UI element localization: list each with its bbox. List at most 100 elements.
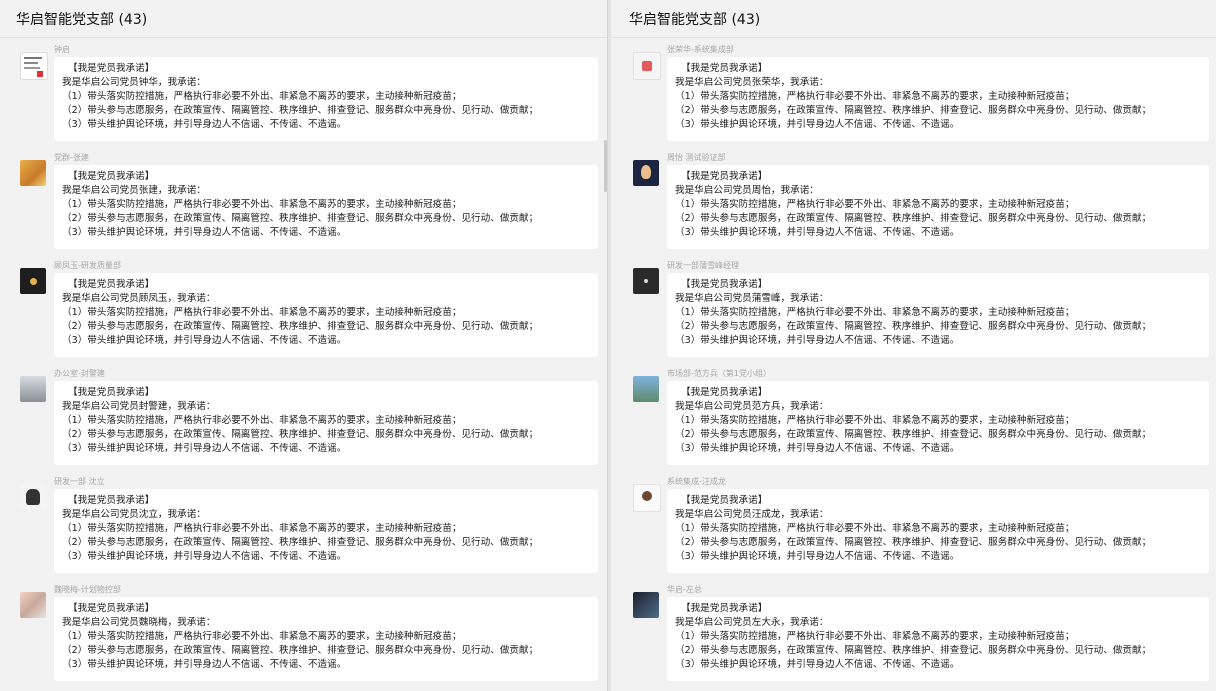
avatar[interactable] — [633, 484, 661, 512]
message-line: 我是华启公司党员左大永，我承诺： — [675, 617, 829, 628]
message-line: （1）带头落实防控措施，严格执行非必要不外出、非紧急不离苏的要求，主动接种新冠疫… — [675, 523, 1075, 534]
avatar[interactable] — [20, 52, 48, 80]
message-line: （2）带头参与志愿服务，在政策宣传、隔离管控、秩序维护、排查登记、服务群众中亮身… — [62, 213, 539, 224]
message-line: （2）带头参与志愿服务，在政策宣传、隔离管控、秩序维护、排查登记、服务群众中亮身… — [62, 645, 539, 656]
sender-name: 系统集成-汪成龙 — [667, 477, 726, 486]
message-bubble[interactable]: 【我是党员我承诺】 我是华启公司党员左大永，我承诺： （1）带头落实防控措施，严… — [667, 597, 1209, 681]
message-line: （1）带头落实防控措施，严格执行非必要不外出、非紧急不离苏的要求，主动接种新冠疫… — [62, 307, 462, 318]
message-line: 我是华启公司党员张荣华，我承诺： — [675, 77, 829, 88]
chat-window-right: 华启智能党支部 (43) 张荣华-系统集成部 【我是党员我承诺】 我是华启公司党… — [611, 0, 1216, 691]
message-line: （1）带头落实防控措施，严格执行非必要不外出、非紧急不离苏的要求，主动接种新冠疫… — [675, 91, 1075, 102]
message-line: （3）带头维护舆论环境，并引导身边人不信谣、不传谣、不造谣。 — [62, 659, 347, 670]
message-bubble[interactable]: 【我是党员我承诺】 我是华启公司党员顾凤玉，我承诺： （1）带头落实防控措施，严… — [54, 273, 598, 357]
message-line: （1）带头落实防控措施，严格执行非必要不外出、非紧急不离苏的要求，主动接种新冠疫… — [62, 91, 462, 102]
message-line: 我是华启公司党员封警建，我承诺： — [62, 401, 216, 412]
sender-name: 办公室-封警建 — [54, 369, 105, 378]
message-item: 党群-张建 【我是党员我承诺】 我是华启公司党员张建，我承诺： （1）带头落实防… — [0, 146, 607, 254]
message-line: 【我是党员我承诺】 — [681, 495, 768, 506]
avatar[interactable] — [633, 52, 661, 80]
message-line: （1）带头落实防控措施，严格执行非必要不外出、非紧急不离苏的要求，主动接种新冠疫… — [675, 415, 1075, 426]
message-line: （3）带头维护舆论环境，并引导身边人不信谣、不传谣、不造谣。 — [675, 119, 960, 130]
avatar[interactable] — [20, 376, 46, 402]
message-line: 我是华启公司党员汪成龙，我承诺： — [675, 509, 829, 520]
message-line: （2）带头参与志愿服务，在政策宣传、隔离管控、秩序维护、排查登记、服务群众中亮身… — [62, 321, 539, 332]
sender-name: 华启-左总 — [667, 585, 702, 594]
message-line: 我是华启公司党员钟华，我承诺： — [62, 77, 206, 88]
sender-name: 钟启 — [54, 45, 70, 54]
message-bubble[interactable]: 【我是党员我承诺】 我是华启公司党员周怡，我承诺： （1）带头落实防控措施，严格… — [667, 165, 1209, 249]
message-line: 【我是党员我承诺】 — [681, 603, 768, 614]
message-list[interactable]: 张荣华-系统集成部 【我是党员我承诺】 我是华启公司党员张荣华，我承诺： （1）… — [611, 38, 1216, 686]
message-line: 我是华启公司党员张建，我承诺： — [62, 185, 206, 196]
message-line: （3）带头维护舆论环境，并引导身边人不信谣、不传谣、不造谣。 — [675, 335, 960, 346]
message-line: 【我是党员我承诺】 — [681, 387, 768, 398]
avatar[interactable] — [20, 160, 46, 186]
sender-name: 顾凤玉-研发质量部 — [54, 261, 121, 270]
chat-title: 华启智能党支部 (43) — [611, 0, 1216, 38]
avatar[interactable] — [20, 268, 46, 294]
message-line: 【我是党员我承诺】 — [68, 279, 155, 290]
message-line: （3）带头维护舆论环境，并引导身边人不信谣、不传谣、不造谣。 — [675, 443, 960, 454]
chat-title: 华启智能党支部 (43) — [0, 0, 607, 38]
message-bubble[interactable]: 【我是党员我承诺】 我是华启公司党员汪成龙，我承诺： （1）带头落实防控措施，严… — [667, 489, 1209, 573]
message-line: 【我是党员我承诺】 — [68, 387, 155, 398]
message-item: 张荣华-系统集成部 【我是党员我承诺】 我是华启公司党员张荣华，我承诺： （1）… — [611, 38, 1216, 146]
message-line: （1）带头落实防控措施，严格执行非必要不外出、非紧急不离苏的要求，主动接种新冠疫… — [675, 631, 1075, 642]
message-item: 华启-左总 【我是党员我承诺】 我是华启公司党员左大永，我承诺： （1）带头落实… — [611, 578, 1216, 686]
message-item: 研发一部 沈立 【我是党员我承诺】 我是华启公司党员沈立，我承诺： （1）带头落… — [0, 470, 607, 578]
message-line: （1）带头落实防控措施，严格执行非必要不外出、非紧急不离苏的要求，主动接种新冠疫… — [675, 199, 1075, 210]
message-line: （3）带头维护舆论环境，并引导身边人不信谣、不传谣、不造谣。 — [675, 659, 960, 670]
message-line: 我是华启公司党员蒲雪峰，我承诺： — [675, 293, 829, 304]
sender-name: 研发一部蒲雪峰经理 — [667, 261, 739, 270]
sender-name: 研发一部 沈立 — [54, 477, 105, 486]
sender-name: 魏晓梅-计划物控部 — [54, 585, 121, 594]
message-item: 研发一部蒲雪峰经理 【我是党员我承诺】 我是华启公司党员蒲雪峰，我承诺： （1）… — [611, 254, 1216, 362]
message-bubble[interactable]: 【我是党员我承诺】 我是华启公司党员蒲雪峰，我承诺： （1）带头落实防控措施，严… — [667, 273, 1209, 357]
message-line: （2）带头参与志愿服务，在政策宣传、隔离管控、秩序维护、排查登记、服务群众中亮身… — [675, 537, 1152, 548]
message-item: 周怡 测试验证部 【我是党员我承诺】 我是华启公司党员周怡，我承诺： （1）带头… — [611, 146, 1216, 254]
message-bubble[interactable]: 【我是党员我承诺】 我是华启公司党员封警建，我承诺： （1）带头落实防控措施，严… — [54, 381, 598, 465]
avatar[interactable] — [633, 160, 659, 186]
message-line: 我是华启公司党员沈立，我承诺： — [62, 509, 206, 520]
message-bubble[interactable]: 【我是党员我承诺】 我是华启公司党员魏晓梅，我承诺： （1）带头落实防控措施，严… — [54, 597, 598, 681]
message-item: 市场部-范方兵（第1党小组） 【我是党员我承诺】 我是华启公司党员范方兵，我承诺… — [611, 362, 1216, 470]
message-line: （2）带头参与志愿服务，在政策宣传、隔离管控、秩序维护、排查登记、服务群众中亮身… — [675, 429, 1152, 440]
message-bubble[interactable]: 【我是党员我承诺】 我是华启公司党员钟华，我承诺： （1）带头落实防控措施，严格… — [54, 57, 598, 141]
message-item: 办公室-封警建 【我是党员我承诺】 我是华启公司党员封警建，我承诺： （1）带头… — [0, 362, 607, 470]
message-line: （2）带头参与志愿服务，在政策宣传、隔离管控、秩序维护、排查登记、服务群众中亮身… — [675, 321, 1152, 332]
message-list[interactable]: 钟启 【我是党员我承诺】 我是华启公司党员钟华，我承诺： （1）带头落实防控措施… — [0, 38, 607, 686]
avatar[interactable] — [20, 484, 46, 510]
sender-name: 市场部-范方兵（第1党小组） — [667, 369, 771, 378]
message-line: 我是华启公司党员顾凤玉，我承诺： — [62, 293, 216, 304]
message-line: 【我是党员我承诺】 — [681, 63, 768, 74]
message-line: （3）带头维护舆论环境，并引导身边人不信谣、不传谣、不造谣。 — [675, 551, 960, 562]
message-line: （3）带头维护舆论环境，并引导身边人不信谣、不传谣、不造谣。 — [62, 335, 347, 346]
message-line: （2）带头参与志愿服务，在政策宣传、隔离管控、秩序维护、排查登记、服务群众中亮身… — [62, 429, 539, 440]
message-line: 【我是党员我承诺】 — [68, 63, 155, 74]
message-line: （2）带头参与志愿服务，在政策宣传、隔离管控、秩序维护、排查登记、服务群众中亮身… — [675, 105, 1152, 116]
message-line: 我是华启公司党员范方兵，我承诺： — [675, 401, 829, 412]
message-line: 我是华启公司党员周怡，我承诺： — [675, 185, 819, 196]
avatar[interactable] — [633, 592, 659, 618]
message-line: 【我是党员我承诺】 — [68, 171, 155, 182]
sender-name: 张荣华-系统集成部 — [667, 45, 734, 54]
message-bubble[interactable]: 【我是党员我承诺】 我是华启公司党员张建，我承诺： （1）带头落实防控措施，严格… — [54, 165, 598, 249]
message-line: （1）带头落实防控措施，严格执行非必要不外出、非紧急不离苏的要求，主动接种新冠疫… — [62, 631, 462, 642]
message-bubble[interactable]: 【我是党员我承诺】 我是华启公司党员沈立，我承诺： （1）带头落实防控措施，严格… — [54, 489, 598, 573]
message-line: 【我是党员我承诺】 — [681, 279, 768, 290]
avatar[interactable] — [633, 376, 659, 402]
message-line: （2）带头参与志愿服务，在政策宣传、隔离管控、秩序维护、排查登记、服务群众中亮身… — [675, 645, 1152, 656]
message-line: （3）带头维护舆论环境，并引导身边人不信谣、不传谣、不造谣。 — [62, 119, 347, 130]
message-bubble[interactable]: 【我是党员我承诺】 我是华启公司党员张荣华，我承诺： （1）带头落实防控措施，严… — [667, 57, 1209, 141]
message-item: 系统集成-汪成龙 【我是党员我承诺】 我是华启公司党员汪成龙，我承诺： （1）带… — [611, 470, 1216, 578]
message-bubble[interactable]: 【我是党员我承诺】 我是华启公司党员范方兵，我承诺： （1）带头落实防控措施，严… — [667, 381, 1209, 465]
message-line: （3）带头维护舆论环境，并引导身边人不信谣、不传谣、不造谣。 — [62, 443, 347, 454]
avatar[interactable] — [633, 268, 659, 294]
sender-name: 党群-张建 — [54, 153, 89, 162]
message-item: 魏晓梅-计划物控部 【我是党员我承诺】 我是华启公司党员魏晓梅，我承诺： （1）… — [0, 578, 607, 686]
message-line: （1）带头落实防控措施，严格执行非必要不外出、非紧急不离苏的要求，主动接种新冠疫… — [62, 199, 462, 210]
message-line: （1）带头落实防控措施，严格执行非必要不外出、非紧急不离苏的要求，主动接种新冠疫… — [62, 523, 462, 534]
message-line: （3）带头维护舆论环境，并引导身边人不信谣、不传谣、不造谣。 — [62, 227, 347, 238]
message-line: 【我是党员我承诺】 — [68, 603, 155, 614]
avatar[interactable] — [20, 592, 46, 618]
